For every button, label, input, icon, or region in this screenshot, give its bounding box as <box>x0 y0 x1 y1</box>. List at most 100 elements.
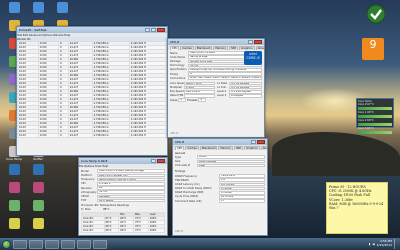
app-icon <box>32 164 44 175</box>
core-temp-window[interactable]: Core Temp 0.99.8 File Options Tools Help… <box>78 157 168 236</box>
prime95-window[interactable]: Prime95 - Self-Test Test Edit Advanced O… <box>16 26 168 156</box>
taskbar-button-coretemp[interactable] <box>93 239 107 249</box>
core-temp-bar <box>358 107 392 110</box>
cpuz-footer: CPU-Z <box>170 132 178 136</box>
app-icon <box>8 218 20 229</box>
core-temp-gadget-row: Core 1 68°C <box>358 111 374 114</box>
field-label: Bus Speed <box>170 90 184 94</box>
field-row: Rated FSB <box>170 94 215 98</box>
minimize-button[interactable] <box>248 40 253 44</box>
calendar-day: 9 <box>369 38 377 51</box>
table-cell: 13:00 <box>37 133 60 139</box>
taskbar-button-explorer[interactable] <box>13 239 27 249</box>
app-icon <box>8 200 20 211</box>
taskbar-button-cpuz[interactable] <box>77 239 91 249</box>
network-icon[interactable]: ▮ <box>369 242 371 246</box>
field-label: Cycle Time (tRAS) <box>175 195 199 199</box>
field-value: 1.3596 v <box>97 182 165 186</box>
close-button[interactable] <box>157 159 165 163</box>
field-row: Instructions MMX, SSE, SSE2, SSE3, SSSE3,… <box>170 76 262 81</box>
field-value: 0x206A7 <box>97 194 165 199</box>
tab-caches[interactable]: Caches <box>185 146 199 150</box>
field-value: Intel(R) Core(TM) i5-2500K CPU @ 3.30GHz <box>188 68 262 72</box>
field-label: Command Rate (CR) <box>175 199 202 203</box>
tab-about[interactable]: About <box>260 146 267 150</box>
close-button[interactable] <box>257 140 265 144</box>
tab-cpu[interactable]: CPU <box>175 146 185 150</box>
field-value: MMX, SSE, SSE2, SSE3, SSSE3, SSE4.1, SSE… <box>188 76 262 81</box>
tab-graphics[interactable]: Graphics <box>244 146 260 150</box>
core-temp-bar <box>358 123 392 126</box>
core-temp-menu-label: File Options Tools Help <box>79 164 109 168</box>
intel-core-logo: intel CORE i5 <box>244 51 262 65</box>
cpuz-memory-footer: CPU-Z <box>175 230 183 234</box>
taskbar: ▮ ◀ 4:56 PM 4/19/2012 <box>0 238 400 250</box>
core-temp-table: Min. Max. Load Core #0: 67°C 60°C 74°C 100% Cor… <box>81 212 166 234</box>
field-label: Family <box>170 72 179 76</box>
app-icon <box>56 2 68 13</box>
cores-label: Cores <box>170 98 178 102</box>
intel-logo-model: CORE i5 <box>246 56 260 60</box>
sticky-note[interactable]: Prime 95 - 12 HOURS CPU: i5 2500K @ 4.8GH… <box>326 182 388 234</box>
table-cell: 44,127 <box>67 133 93 139</box>
tab-memory[interactable]: Memory <box>218 146 233 150</box>
checkmark-gadget[interactable] <box>366 4 386 24</box>
taskbar-button-media[interactable] <box>45 239 59 249</box>
cpuz-memory-tabs[interactable]: CPUCachesMainboardMemorySPDGraphicsAbout <box>173 145 267 150</box>
taskbar-button-browser[interactable] <box>29 239 43 249</box>
field-label: Revision <box>81 186 92 190</box>
minimize-button[interactable] <box>145 28 150 32</box>
field-value: 4800.14MHz (100.00 x 48.0) <box>97 177 165 182</box>
field-value: 4 x 32 KBytes <box>229 85 262 90</box>
cpuz-cpu-window[interactable]: CPU-Z CPU Caches Mainboard Memory SPD Graphic… <box>167 38 265 138</box>
field-value: 95.0 Watts <box>97 198 165 203</box>
general-label: General <box>175 151 186 155</box>
field-label: Level 3 <box>217 94 227 98</box>
field-value: 1:6 <box>219 178 265 183</box>
app-icon <box>8 2 20 13</box>
volume-icon[interactable]: ◀ <box>372 242 374 246</box>
start-button[interactable] <box>2 239 11 249</box>
core-temp-gadget-row: Core 0 67°C <box>358 103 374 106</box>
field-value: DDR3 <box>197 155 265 160</box>
field-value: 6 <box>188 72 262 76</box>
taskbar-button-prime95[interactable] <box>61 239 75 249</box>
table-row: Core #0: 67°C 60°C 74°C 100% <box>81 216 166 222</box>
cpuz-cores-threads: Cores 4 Threads 4 <box>170 98 262 102</box>
channels-label: Channels # <box>175 164 190 168</box>
app-icon <box>8 182 20 193</box>
close-button[interactable] <box>157 28 165 32</box>
maximize-button[interactable] <box>151 28 156 32</box>
tab-spd[interactable]: SPD <box>233 146 244 150</box>
cpuz-memory-footer-label: CPU-Z <box>175 230 183 234</box>
minimize-button[interactable] <box>251 140 256 144</box>
table-cell: K <box>58 133 69 139</box>
field-label: Platform <box>81 173 92 177</box>
field-value: 799.8 MHz <box>219 174 265 178</box>
tab-mainboard[interactable]: Mainboard <box>199 146 218 150</box>
clock[interactable]: 4:56 PM 4/19/2012 <box>377 240 392 247</box>
tj-max-label: Tj. Max: <box>81 208 92 212</box>
system-tray: ▮ ◀ 4:56 PM 4/19/2012 <box>369 239 398 249</box>
field-label: DRAM Frequency <box>175 174 197 178</box>
field-value <box>184 94 215 98</box>
app-icon <box>32 182 44 193</box>
core-temp-title: Core Temp 0.99.8 <box>81 159 108 163</box>
close-button[interactable] <box>254 40 262 44</box>
cpuz-memory-window[interactable]: CPU-Z CPU Caches Mainboard Memory SPD Graphic… <box>172 138 268 236</box>
field-value: 4800.7 MHz <box>184 81 215 86</box>
show-desktop-button[interactable] <box>394 239 398 249</box>
app-icon <box>32 218 44 229</box>
table-cell: 100% <box>147 228 166 234</box>
table-row: Core #3: 66°C 60°C 73°C 100% <box>81 228 166 234</box>
field-label: L1 Inst. <box>217 86 227 90</box>
core-temp-gadget[interactable]: Core Temp Core 0 67°C Core 1 68°C Core 2 6… <box>356 98 394 134</box>
field-label: CPUID <box>81 194 90 198</box>
field-value: x 48.0 <box>184 85 215 90</box>
core-temp-bar <box>358 115 392 118</box>
field-value: 9 clocks <box>219 190 265 195</box>
sticky-note-line: Win 7 <box>329 206 339 211</box>
minimize-button[interactable] <box>151 159 156 163</box>
table-cell: 66°C <box>103 228 120 234</box>
calendar-gadget[interactable]: 9 <box>362 38 384 60</box>
